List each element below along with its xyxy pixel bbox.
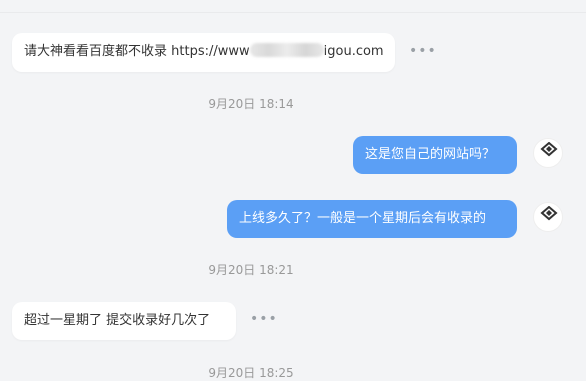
link-logo-icon [540, 206, 558, 221]
top-divider [0, 0, 586, 13]
message-text: 这是您自己的网站吗？ [365, 147, 496, 162]
timestamp: 9月20日 18:25 [208, 366, 294, 380]
incoming-message[interactable]: 超过一星期了 提交收录好几次了 [12, 302, 236, 340]
redacted-text [249, 43, 324, 57]
more-options-icon[interactable]: ••• [409, 44, 437, 58]
outgoing-message[interactable]: 这是您自己的网站吗？ [353, 136, 517, 174]
timestamp: 9月20日 18:21 [208, 263, 294, 277]
incoming-message[interactable]: 请大神看看百度都不收录 https://www igou.com [12, 33, 395, 72]
outgoing-message[interactable]: 上线多久了？一般是一个星期后会有收录的 [227, 200, 517, 238]
more-options-icon[interactable]: ••• [250, 312, 278, 326]
link-logo-icon [540, 142, 558, 157]
avatar[interactable] [533, 138, 563, 168]
message-text: 超过一星期了 提交收录好几次了 [24, 313, 211, 328]
message-text-suffix: igou.com [323, 44, 384, 59]
timestamp: 9月20日 18:14 [208, 97, 294, 111]
avatar[interactable] [533, 202, 563, 232]
message-text: 上线多久了？一般是一个星期后会有收录的 [239, 211, 487, 226]
message-text: 请大神看看百度都不收录 https://www [24, 44, 250, 59]
